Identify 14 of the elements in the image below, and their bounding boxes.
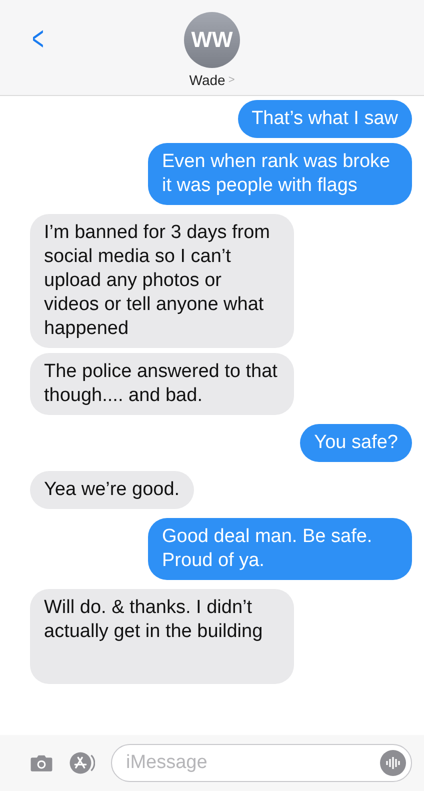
message-bubble: I’m banned for 3 days from social media so I can’t upload any photos or videos or tell anyone what happened	[30, 214, 294, 348]
contact-name[interactable]: Wade	[189, 72, 226, 88]
message-bubble: The police answered to that though.... and bad.	[30, 353, 294, 415]
audio-icon[interactable]	[380, 750, 406, 776]
message-bubble: Will do. & thanks. I didn’t actually get in the building	[30, 589, 294, 684]
message-bubble: Even when rank was broke it was people with flags	[148, 143, 412, 205]
message-bubble: Good deal man. Be safe. Proud of ya.	[148, 518, 412, 580]
contact-avatar[interactable]: WW	[184, 12, 240, 68]
message-bubble: You safe?	[300, 424, 412, 462]
chevron-icon: >	[228, 74, 235, 86]
back-button[interactable]: <	[32, 22, 44, 56]
message-bubble: That’s what I saw	[238, 100, 412, 138]
message-input[interactable]: iMessage	[111, 744, 412, 782]
message-bubble: Yea we’re good.	[30, 471, 194, 509]
